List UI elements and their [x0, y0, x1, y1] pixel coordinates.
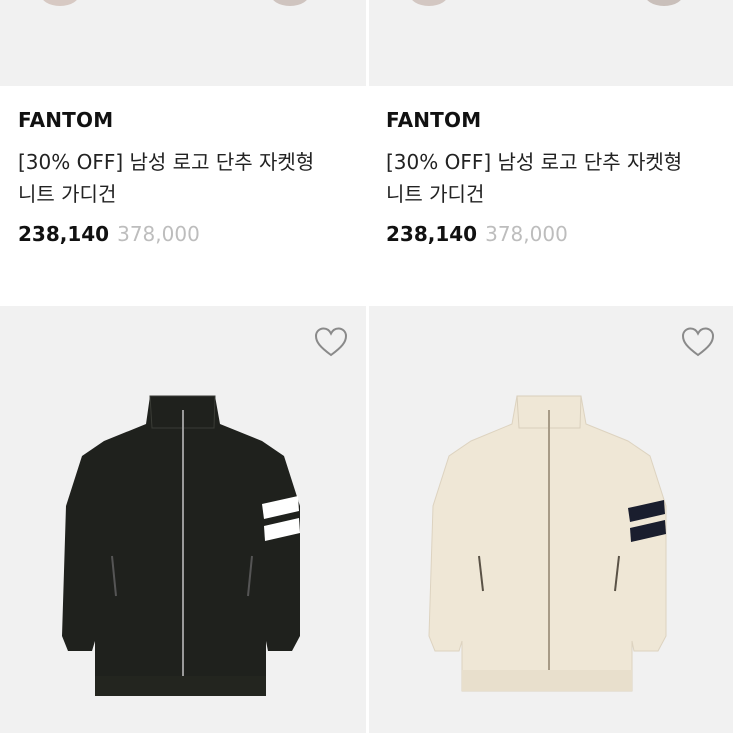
jacket-dark	[62, 395, 300, 696]
product-title[interactable]: [30% OFF] 남성 로고 단추 자켓형 니트 가디건	[386, 146, 716, 210]
product-grid: FANTOM [30% OFF] 남성 로고 단추 자켓형 니트 가디건 238…	[0, 0, 733, 733]
product-image-1[interactable]	[0, 0, 366, 86]
sale-price: 238,140	[18, 222, 110, 246]
product-image-fragment	[409, 0, 449, 6]
product-brand: FANTOM	[386, 108, 482, 132]
product-brand: FANTOM	[18, 108, 114, 132]
original-price: 378,000	[485, 222, 568, 246]
product-title-line: [30% OFF] 남성 로고 단추 자켓형	[18, 150, 315, 174]
price-row: 238,140 378,000	[386, 222, 568, 246]
product-title[interactable]: [30% OFF] 남성 로고 단추 자켓형 니트 가디건	[18, 146, 348, 210]
jacket-illustration	[62, 395, 300, 696]
product-image-2[interactable]	[369, 0, 733, 86]
product-image-4[interactable]	[369, 306, 733, 733]
jacket-illustration	[428, 395, 667, 692]
product-image-fragment	[40, 0, 80, 6]
product-title-line: 니트 가디건	[18, 182, 117, 206]
column-divider	[366, 0, 369, 733]
sale-price: 238,140	[386, 222, 478, 246]
jacket-cream	[428, 395, 667, 692]
product-image-fragment	[644, 0, 684, 6]
product-image-fragment	[270, 0, 310, 6]
product-title-line: 니트 가디건	[386, 182, 485, 206]
original-price: 378,000	[117, 222, 200, 246]
product-image-3[interactable]	[0, 306, 366, 733]
product-title-line: [30% OFF] 남성 로고 단추 자켓형	[386, 150, 683, 174]
price-row: 238,140 378,000	[18, 222, 200, 246]
